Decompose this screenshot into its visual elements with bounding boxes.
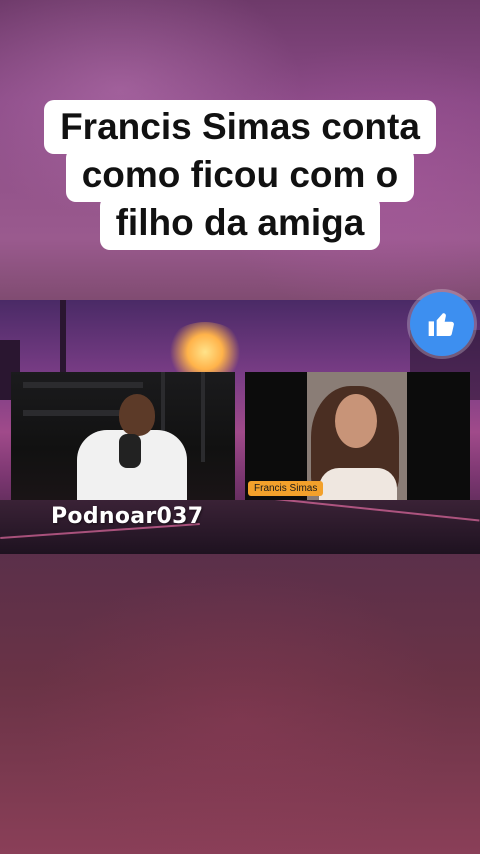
host-video [11, 372, 235, 500]
guest-video: Francis Simas [245, 372, 470, 500]
caption-line-1: Francis Simas conta [44, 100, 436, 154]
microphone-icon [119, 434, 141, 468]
caption-box: Francis Simas conta como ficou com o fil… [0, 100, 480, 250]
guitar-neck [201, 372, 205, 462]
road-line [260, 496, 480, 522]
guest-name-tag: Francis Simas [248, 481, 324, 496]
thumbs-up-icon [428, 313, 454, 336]
channel-watermark: Podnoar037 [51, 504, 204, 529]
palm-trunk [60, 300, 66, 380]
guest-face [335, 394, 377, 448]
host-head [119, 394, 155, 436]
video-frame[interactable]: Francis Simas Podnoar037 [0, 300, 480, 554]
guest-top [319, 468, 397, 500]
caption-line-2: como ficou com o [65, 148, 415, 202]
shelf [23, 382, 143, 388]
caption-line-3: filho da amiga [99, 196, 381, 250]
like-button[interactable] [410, 292, 474, 356]
